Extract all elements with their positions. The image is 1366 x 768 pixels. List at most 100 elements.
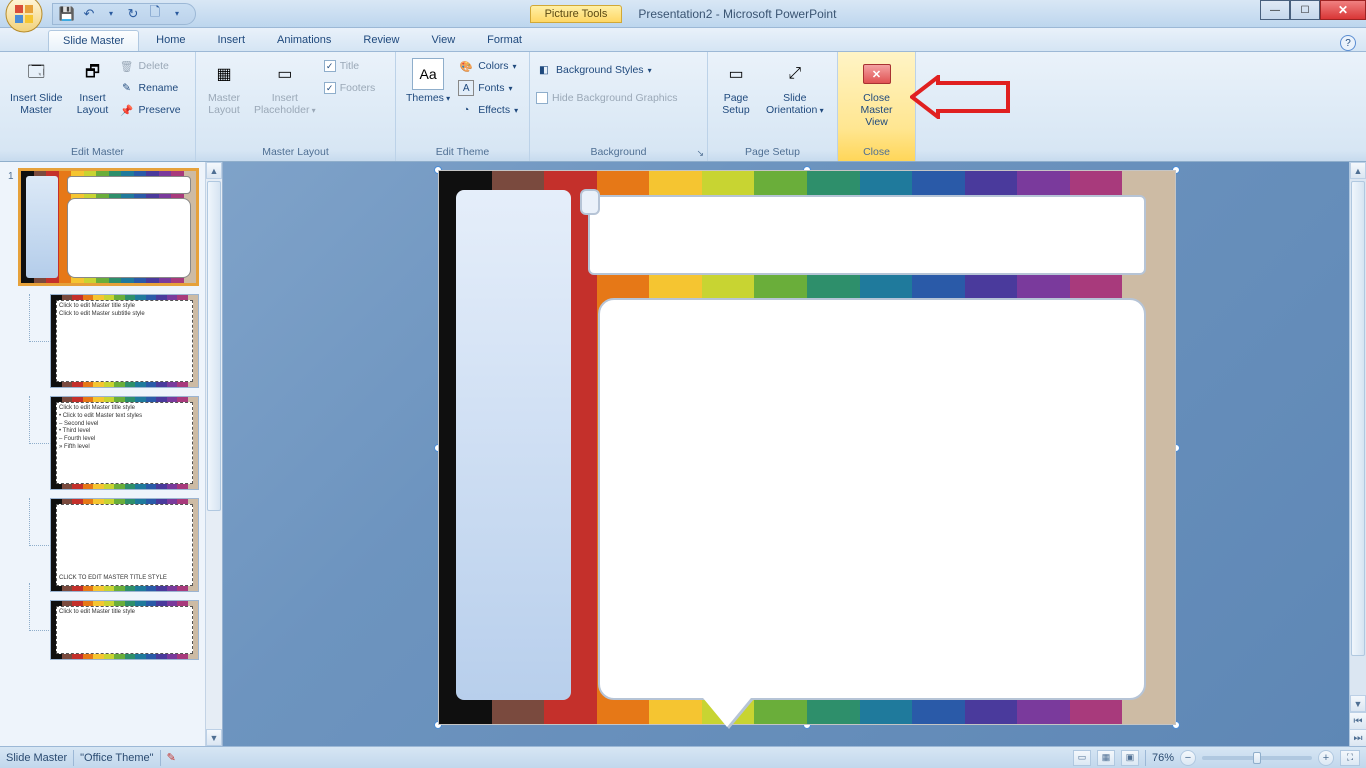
edit-scrollbar[interactable]: ▲ ▼ ⏮ ⏭ [1349, 162, 1366, 746]
group-background: ◧Background Styles ▾ Hide Background Gra… [530, 52, 708, 161]
insert-placeholder-button: ▭ Insert Placeholder [250, 56, 320, 118]
master-number: 1 [8, 171, 14, 182]
undo-dropdown-icon[interactable]: ▾ [103, 6, 119, 22]
master-thumbnail[interactable]: 1 [18, 168, 199, 286]
layout-thumbnail-1[interactable]: Click to edit Master title styleClick to… [50, 294, 199, 388]
layout-thumbnail-3[interactable]: CLICK TO EDIT MASTER TITLE STYLE [50, 498, 199, 592]
delete-icon: 🗑 [119, 58, 135, 74]
slideshow-view-button[interactable]: ▣ [1121, 750, 1139, 766]
rename-icon: ✎ [119, 80, 135, 96]
layout-thumbnail-2[interactable]: Click to edit Master title style• Click … [50, 396, 199, 490]
insert-slide-master-button[interactable]: 🗔 Insert Slide Master [6, 56, 67, 118]
tab-slide-master[interactable]: Slide Master [48, 30, 139, 51]
maximize-button[interactable]: ☐ [1290, 0, 1320, 20]
preserve-button[interactable]: 📌Preserve [119, 100, 181, 120]
qat-dropdown-icon[interactable]: ▾ [169, 6, 185, 22]
group-label-edit-master: Edit Master [6, 144, 189, 161]
tab-home[interactable]: Home [141, 29, 200, 51]
tab-review[interactable]: Review [348, 29, 414, 51]
hide-background-checkbox: Hide Background Graphics [536, 88, 677, 108]
zoom-level[interactable]: 76% [1152, 752, 1174, 764]
slide-side-panel [456, 190, 571, 700]
ribbon: 🗔 Insert Slide Master 🗗 Insert Layout 🗑D… [0, 52, 1366, 162]
layout-thumbnail-4[interactable]: Click to edit Master title style [50, 600, 199, 660]
tab-view[interactable]: View [417, 29, 471, 51]
master-layout-icon: ▦ [208, 58, 240, 90]
effects-button[interactable]: ◔Effects ▾ [458, 100, 518, 120]
save-icon[interactable]: 💾 [59, 6, 75, 22]
slide-orientation-button[interactable]: ⤢ Slide Orientation [762, 56, 828, 118]
group-edit-master: 🗔 Insert Slide Master 🗗 Insert Layout 🗑D… [0, 52, 196, 161]
normal-view-button[interactable]: ▭ [1073, 750, 1091, 766]
zoom-slider[interactable] [1202, 756, 1312, 760]
group-label-page-setup: Page Setup [714, 144, 831, 161]
prev-slide-icon[interactable]: ⏮ [1350, 712, 1366, 729]
minimize-button[interactable]: — [1260, 0, 1290, 20]
footers-checkbox: ✓Footers [324, 78, 376, 98]
themes-button[interactable]: Aa Themes [402, 56, 454, 106]
close-icon: ✕ [863, 64, 891, 84]
scroll-up-icon[interactable]: ▲ [206, 162, 222, 179]
slide-edit-pane[interactable]: ▲ ▼ ⏮ ⏭ [223, 162, 1366, 746]
slide-content-placeholder[interactable] [598, 298, 1146, 700]
thumbnail-scrollbar[interactable]: ▲ ▼ [205, 162, 222, 746]
zoom-out-button[interactable]: − [1180, 750, 1196, 766]
tab-format[interactable]: Format [472, 29, 537, 51]
statusbar: Slide Master "Office Theme" ✎ ▭ ▦ ▣ 76% … [0, 746, 1366, 768]
new-icon[interactable]: 🗋 [147, 6, 163, 22]
slide-master-icon: 🗔 [20, 58, 52, 90]
rename-button[interactable]: ✎Rename [119, 78, 181, 98]
background-styles-icon: ◧ [536, 62, 552, 78]
group-close: ✕ Close Master View Close [838, 52, 916, 161]
themes-icon: Aa [412, 58, 444, 90]
group-label-close: Close [844, 144, 909, 161]
page-setup-button[interactable]: ▭ Page Setup [714, 56, 758, 118]
group-page-setup: ▭ Page Setup ⤢ Slide Orientation Page Se… [708, 52, 838, 161]
title-checkbox: ✓Title [324, 56, 376, 76]
quick-access-toolbar: 💾 ↶ ▾ ↻ 🗋 ▾ [52, 3, 196, 25]
master-layout-button: ▦ Master Layout [202, 56, 246, 118]
group-master-layout: ▦ Master Layout ▭ Insert Placeholder ✓Ti… [196, 52, 396, 161]
scroll-down-icon[interactable]: ▼ [1350, 695, 1366, 712]
insert-layout-button[interactable]: 🗗 Insert Layout [71, 56, 115, 118]
layout-icon: 🗗 [77, 58, 109, 90]
zoom-in-button[interactable]: + [1318, 750, 1334, 766]
status-theme: "Office Theme" [80, 752, 153, 764]
titlebar: 💾 ↶ ▾ ↻ 🗋 ▾ Picture Tools Presentation2 … [0, 0, 1366, 28]
group-label-master-layout: Master Layout [202, 144, 389, 161]
close-window-button[interactable]: ✕ [1320, 0, 1366, 20]
fonts-button[interactable]: AFonts ▾ [458, 78, 518, 98]
tab-insert[interactable]: Insert [202, 29, 260, 51]
slide-title-placeholder[interactable] [588, 195, 1146, 275]
preserve-icon: 📌 [119, 102, 135, 118]
group-label-edit-theme: Edit Theme [402, 144, 523, 161]
scroll-up-icon[interactable]: ▲ [1350, 162, 1366, 179]
placeholder-icon: ▭ [269, 58, 301, 90]
tab-animations[interactable]: Animations [262, 29, 346, 51]
group-label-background[interactable]: Background [536, 144, 701, 161]
delete-button: 🗑Delete [119, 56, 181, 76]
orientation-icon: ⤢ [779, 58, 811, 90]
undo-icon[interactable]: ↶ [81, 6, 97, 22]
scroll-down-icon[interactable]: ▼ [206, 729, 222, 746]
spellcheck-icon[interactable]: ✎ [167, 751, 176, 764]
redo-icon[interactable]: ↻ [125, 6, 141, 22]
sorter-view-button[interactable]: ▦ [1097, 750, 1115, 766]
slide-canvas[interactable] [438, 170, 1176, 725]
effects-icon: ◔ [458, 102, 474, 118]
window-controls: — ☐ ✕ [1260, 0, 1366, 20]
next-slide-icon[interactable]: ⏭ [1350, 729, 1366, 746]
close-master-view-button[interactable]: ✕ Close Master View [844, 56, 909, 130]
office-button[interactable] [4, 0, 44, 34]
group-edit-theme: Aa Themes 🎨Colors ▾ AFonts ▾ ◔Effects ▾ … [396, 52, 530, 161]
background-styles-button[interactable]: ◧Background Styles ▾ [536, 60, 677, 80]
workspace: 1 Click to edit Master title styleClick … [0, 162, 1366, 746]
help-icon[interactable]: ? [1340, 35, 1356, 51]
app-title: Presentation2 - Microsoft PowerPoint [638, 7, 836, 21]
thumbnail-panel: 1 Click to edit Master title styleClick … [0, 162, 223, 746]
colors-icon: 🎨 [458, 58, 474, 74]
context-tab-picture-tools: Picture Tools [530, 5, 623, 23]
colors-button[interactable]: 🎨Colors ▾ [458, 56, 518, 76]
ribbon-tabs: Slide Master Home Insert Animations Revi… [0, 28, 1366, 52]
fit-to-window-button[interactable]: ⛶ [1340, 750, 1360, 766]
